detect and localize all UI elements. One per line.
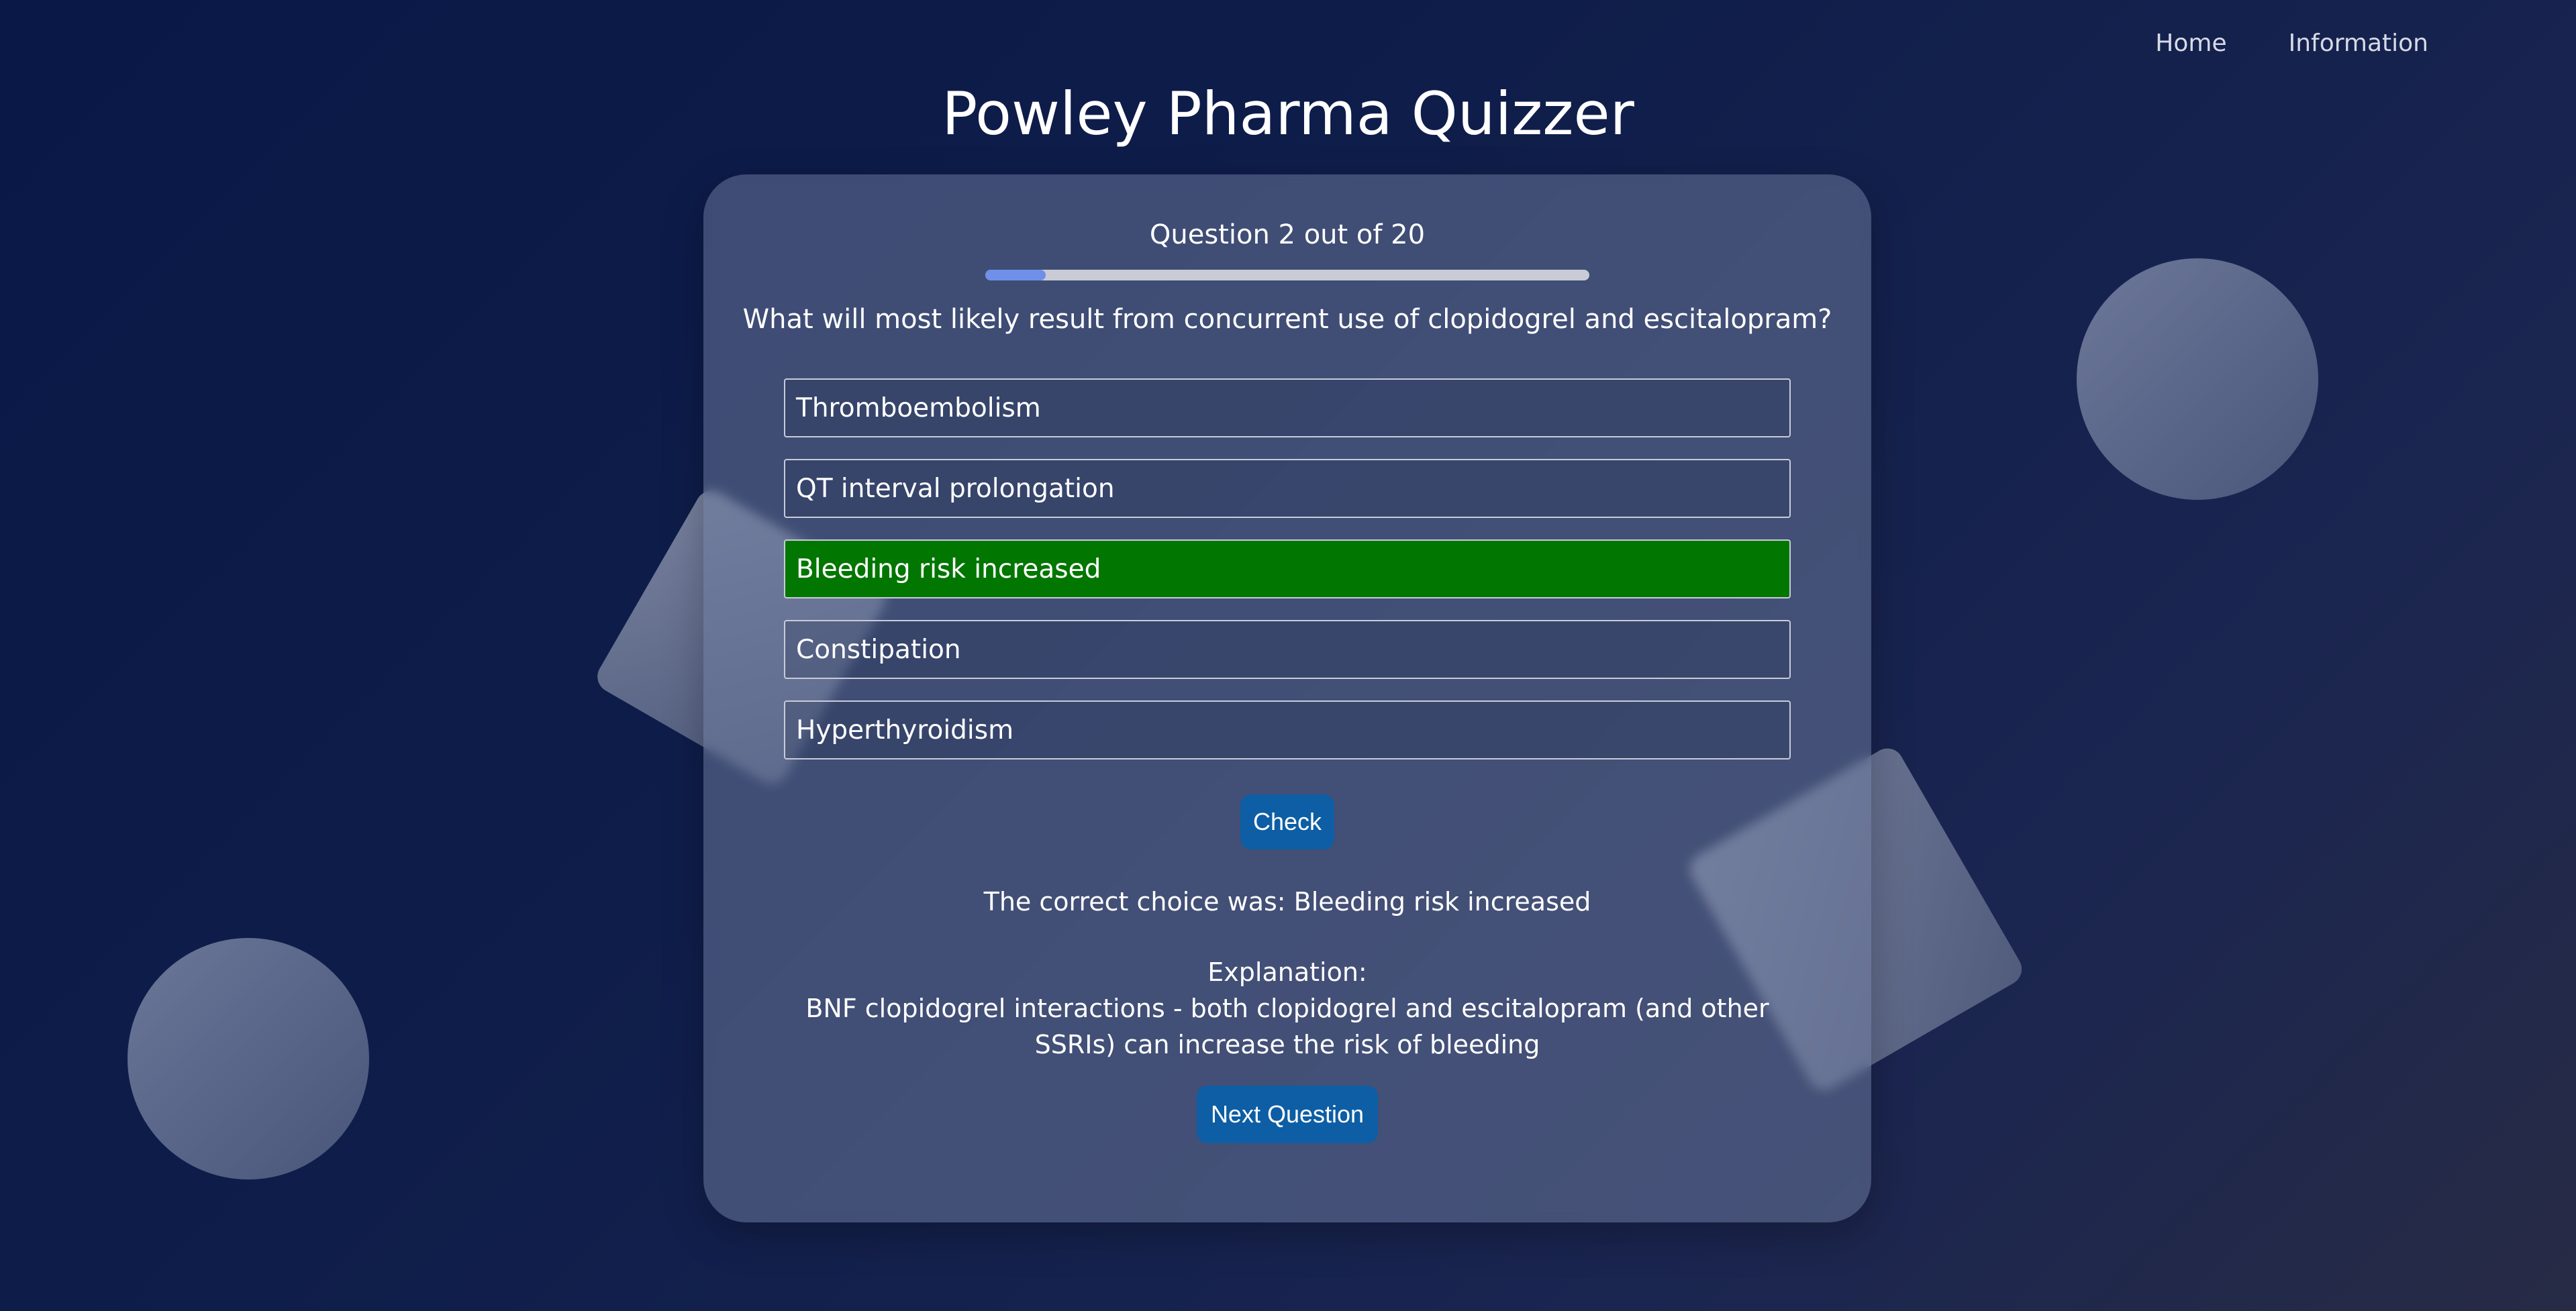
progress-bar	[985, 270, 1589, 280]
answer-option[interactable]: Thromboembolism	[784, 378, 1791, 437]
check-button[interactable]: Check	[1240, 794, 1334, 849]
result-text: The correct choice was: Bleeding risk in…	[983, 887, 1591, 916]
nav-information-link[interactable]: Information	[2289, 30, 2428, 57]
decorative-circle-right	[2077, 258, 2318, 500]
question-counter: Question 2 out of 20	[1149, 219, 1426, 250]
answer-option[interactable]: Constipation	[784, 620, 1791, 679]
progress-bar-fill	[985, 270, 1046, 280]
page-title: Powley Pharma Quizzer	[942, 79, 1634, 148]
next-question-button[interactable]: Next Question	[1197, 1086, 1378, 1143]
answer-option[interactable]: Hyperthyroidism	[784, 700, 1791, 759]
explanation-text: BNF clopidogrel interactions - both clop…	[805, 994, 1769, 1059]
quiz-card: Question 2 out of 20 What will most like…	[703, 174, 1871, 1222]
answer-option[interactable]: QT interval prolongation	[784, 459, 1791, 518]
answer-option-correct[interactable]: Bleeding risk increased	[784, 539, 1791, 598]
top-nav: Home Information	[2155, 30, 2428, 57]
explanation-heading: Explanation:	[1207, 957, 1367, 987]
decorative-circle-left	[128, 938, 369, 1179]
explanation-block: Explanation: BNF clopidogrel interaction…	[703, 954, 1871, 1063]
nav-home-link[interactable]: Home	[2155, 30, 2226, 57]
answer-options: Thromboembolism QT interval prolongation…	[784, 378, 1791, 781]
question-text: What will most likely result from concur…	[742, 304, 1832, 335]
